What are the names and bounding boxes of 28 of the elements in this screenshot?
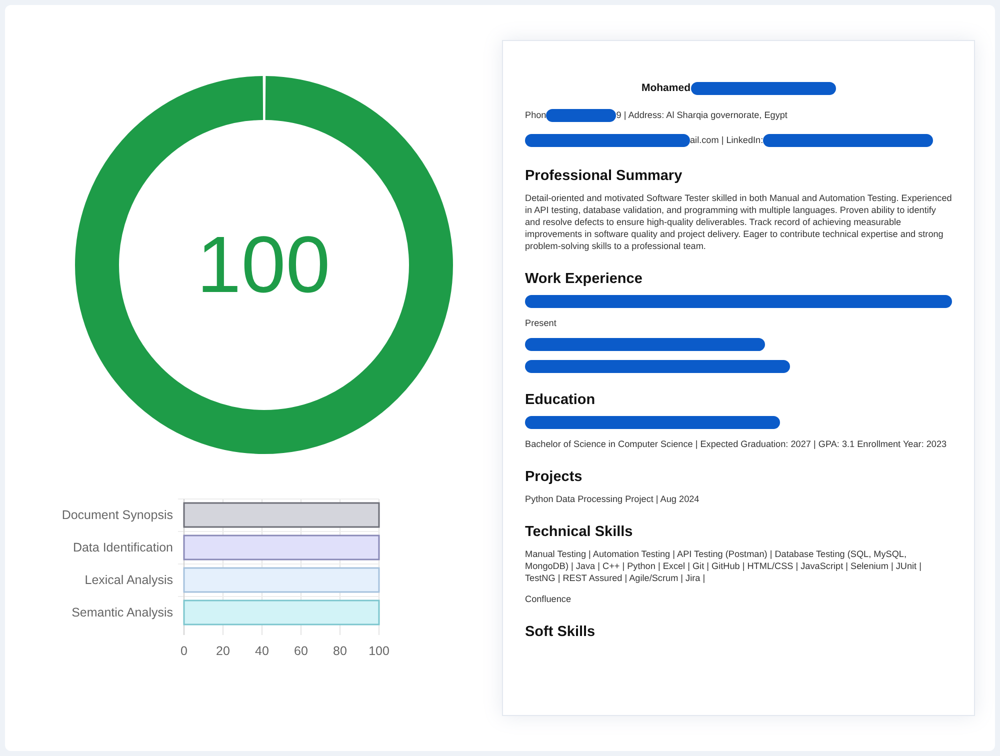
section-heading: Work Experience: [525, 271, 644, 287]
axis-tick-label: 40: [254, 644, 268, 658]
bar-label: Data Identification: [72, 540, 172, 554]
bar-label: Semantic Analysis: [71, 606, 172, 620]
resume-text: ail.com | LinkedIn:: [690, 134, 764, 146]
bar-label: Document Synopsis: [61, 508, 172, 522]
resume-text: Detail-oriented and motivated Software Tester skilled in both Manual and Automation Testing. Experienced in API testing, database validation, and programming with multiple languages. Proven ability to identify and resolve defects to ensure high-quality deliverables. Track record of achieving measurable improvements in software quality and project delivery. Eager to contribute technical expertise and strong problem-solving skills to a professional team.: [525, 192, 952, 252]
axis-tick-label: 80: [332, 644, 346, 658]
section-heading: Professional Summary: [525, 168, 684, 184]
axis-tick-label: 0: [180, 644, 187, 658]
resume-text: Phon: [525, 109, 546, 121]
resume-name: Mohamed: [641, 82, 690, 94]
section-heading: Projects: [525, 469, 584, 485]
resume-text: Manual Testing | Automation Testing | API Testing (Postman) | Database Testing (SQL, MySQL, MongoDB) | Java | C++ | Python | Excel | Git | GitHub | HTML/CSS | JavaScript | Selenium | JUnit | TestNG | REST Assured | Agile/Scrum | Jira |: [525, 548, 922, 584]
resume-text: 9 | Address: Al Sharqia governorate, Egypt: [616, 109, 788, 121]
resume-text: Confluence: [525, 593, 572, 605]
axis-tick-label: 20: [216, 644, 230, 658]
section-heading: Soft Skills: [525, 624, 596, 640]
bar-label: Lexical Analysis: [84, 573, 172, 587]
resume-text: Python Data Processing Project | Aug 2024: [525, 493, 700, 505]
redaction-mark: [546, 108, 616, 122]
axis-tick-label: 60: [294, 644, 308, 658]
section-heading: Technical Skills: [525, 524, 634, 540]
resume-text: Bachelor of Science in Computer Science | Expected Graduation: 2027 | GPA: 3.1 Enrollment Year: 2023: [525, 438, 947, 450]
section-heading: Education: [525, 392, 596, 408]
score-value: 100: [196, 225, 330, 305]
resume-text: Present: [525, 317, 556, 329]
axis-tick-label: 100: [368, 644, 389, 658]
